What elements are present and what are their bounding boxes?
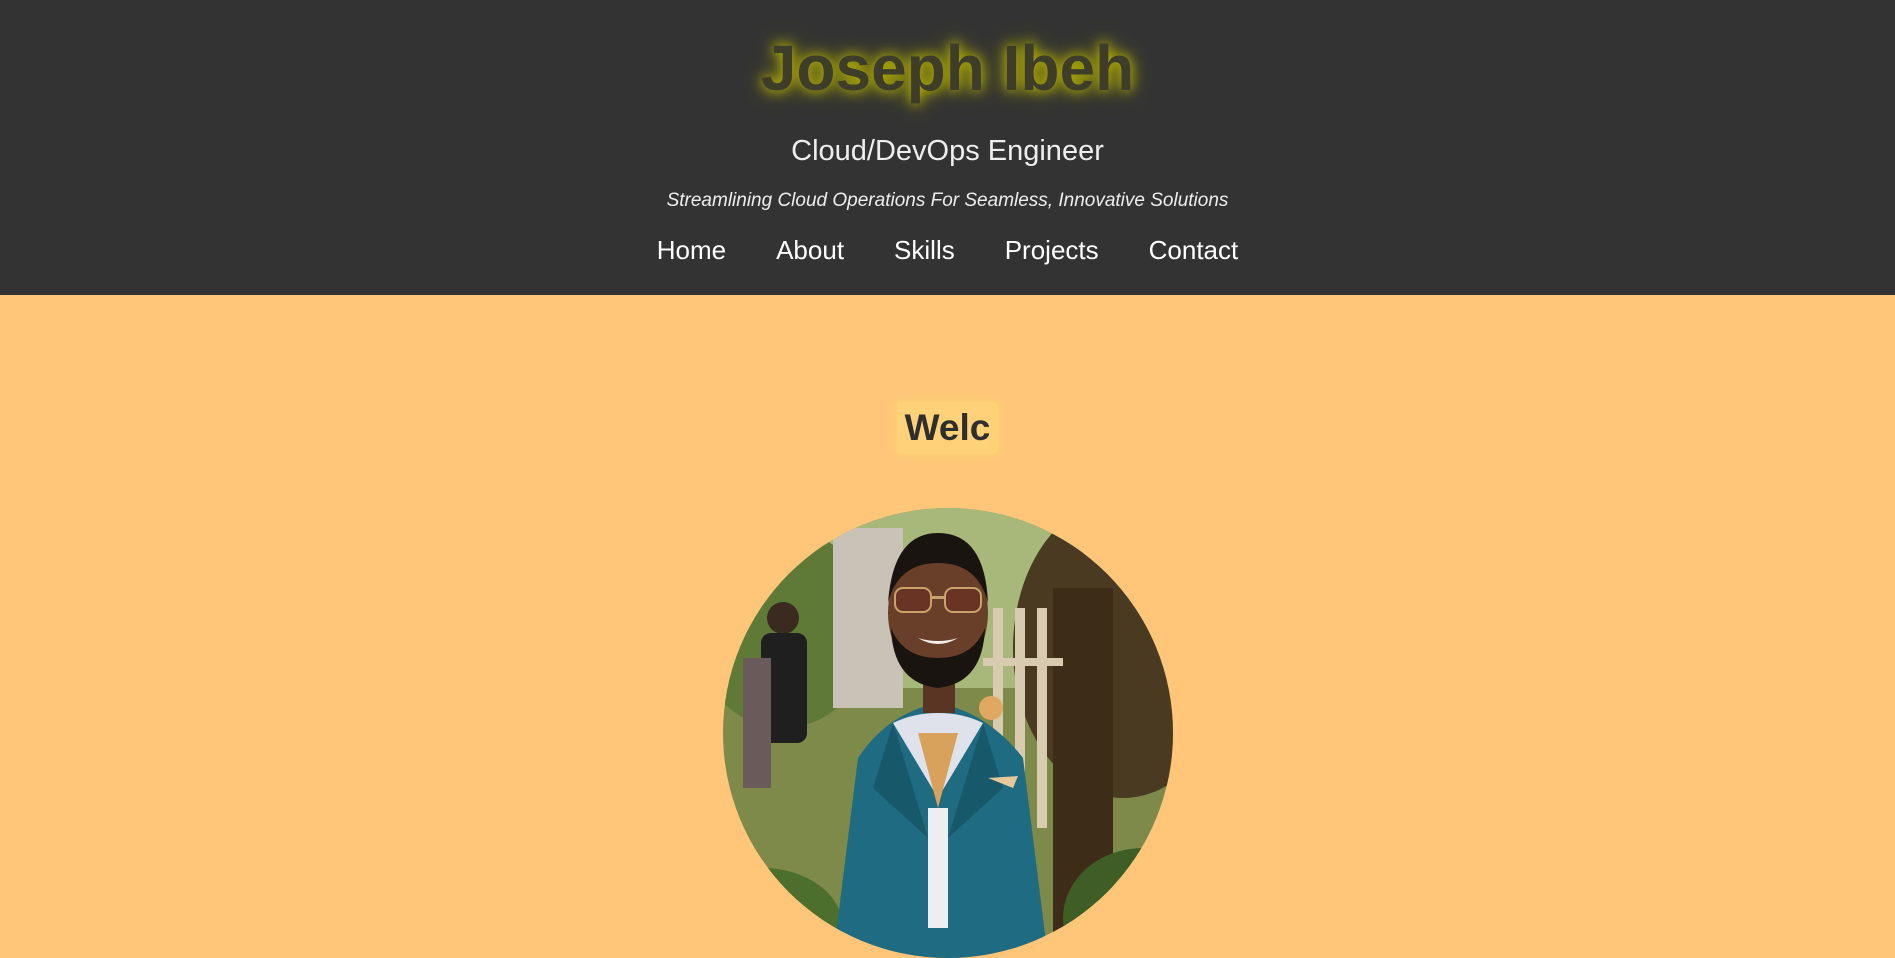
nav-link-contact[interactable]: Contact xyxy=(1149,233,1239,267)
nav-link-home[interactable]: Home xyxy=(657,233,726,267)
site-header: Joseph Ibeh Cloud/DevOps Engineer Stream… xyxy=(0,0,1895,295)
tagline: Streamlining Cloud Operations For Seamle… xyxy=(666,190,1229,211)
main-nav: Home About Skills Projects Contact xyxy=(0,233,1895,267)
job-title: Cloud/DevOps Engineer xyxy=(791,135,1104,167)
site-name: Joseph Ibeh xyxy=(760,32,1135,104)
welcome-heading: Welc xyxy=(896,402,999,454)
nav-link-projects[interactable]: Projects xyxy=(1005,233,1099,267)
nav-link-about[interactable]: About xyxy=(776,233,844,267)
profile-photo xyxy=(723,508,1173,958)
welcome-section: Welc xyxy=(0,402,1895,454)
nav-link-skills[interactable]: Skills xyxy=(894,233,955,267)
